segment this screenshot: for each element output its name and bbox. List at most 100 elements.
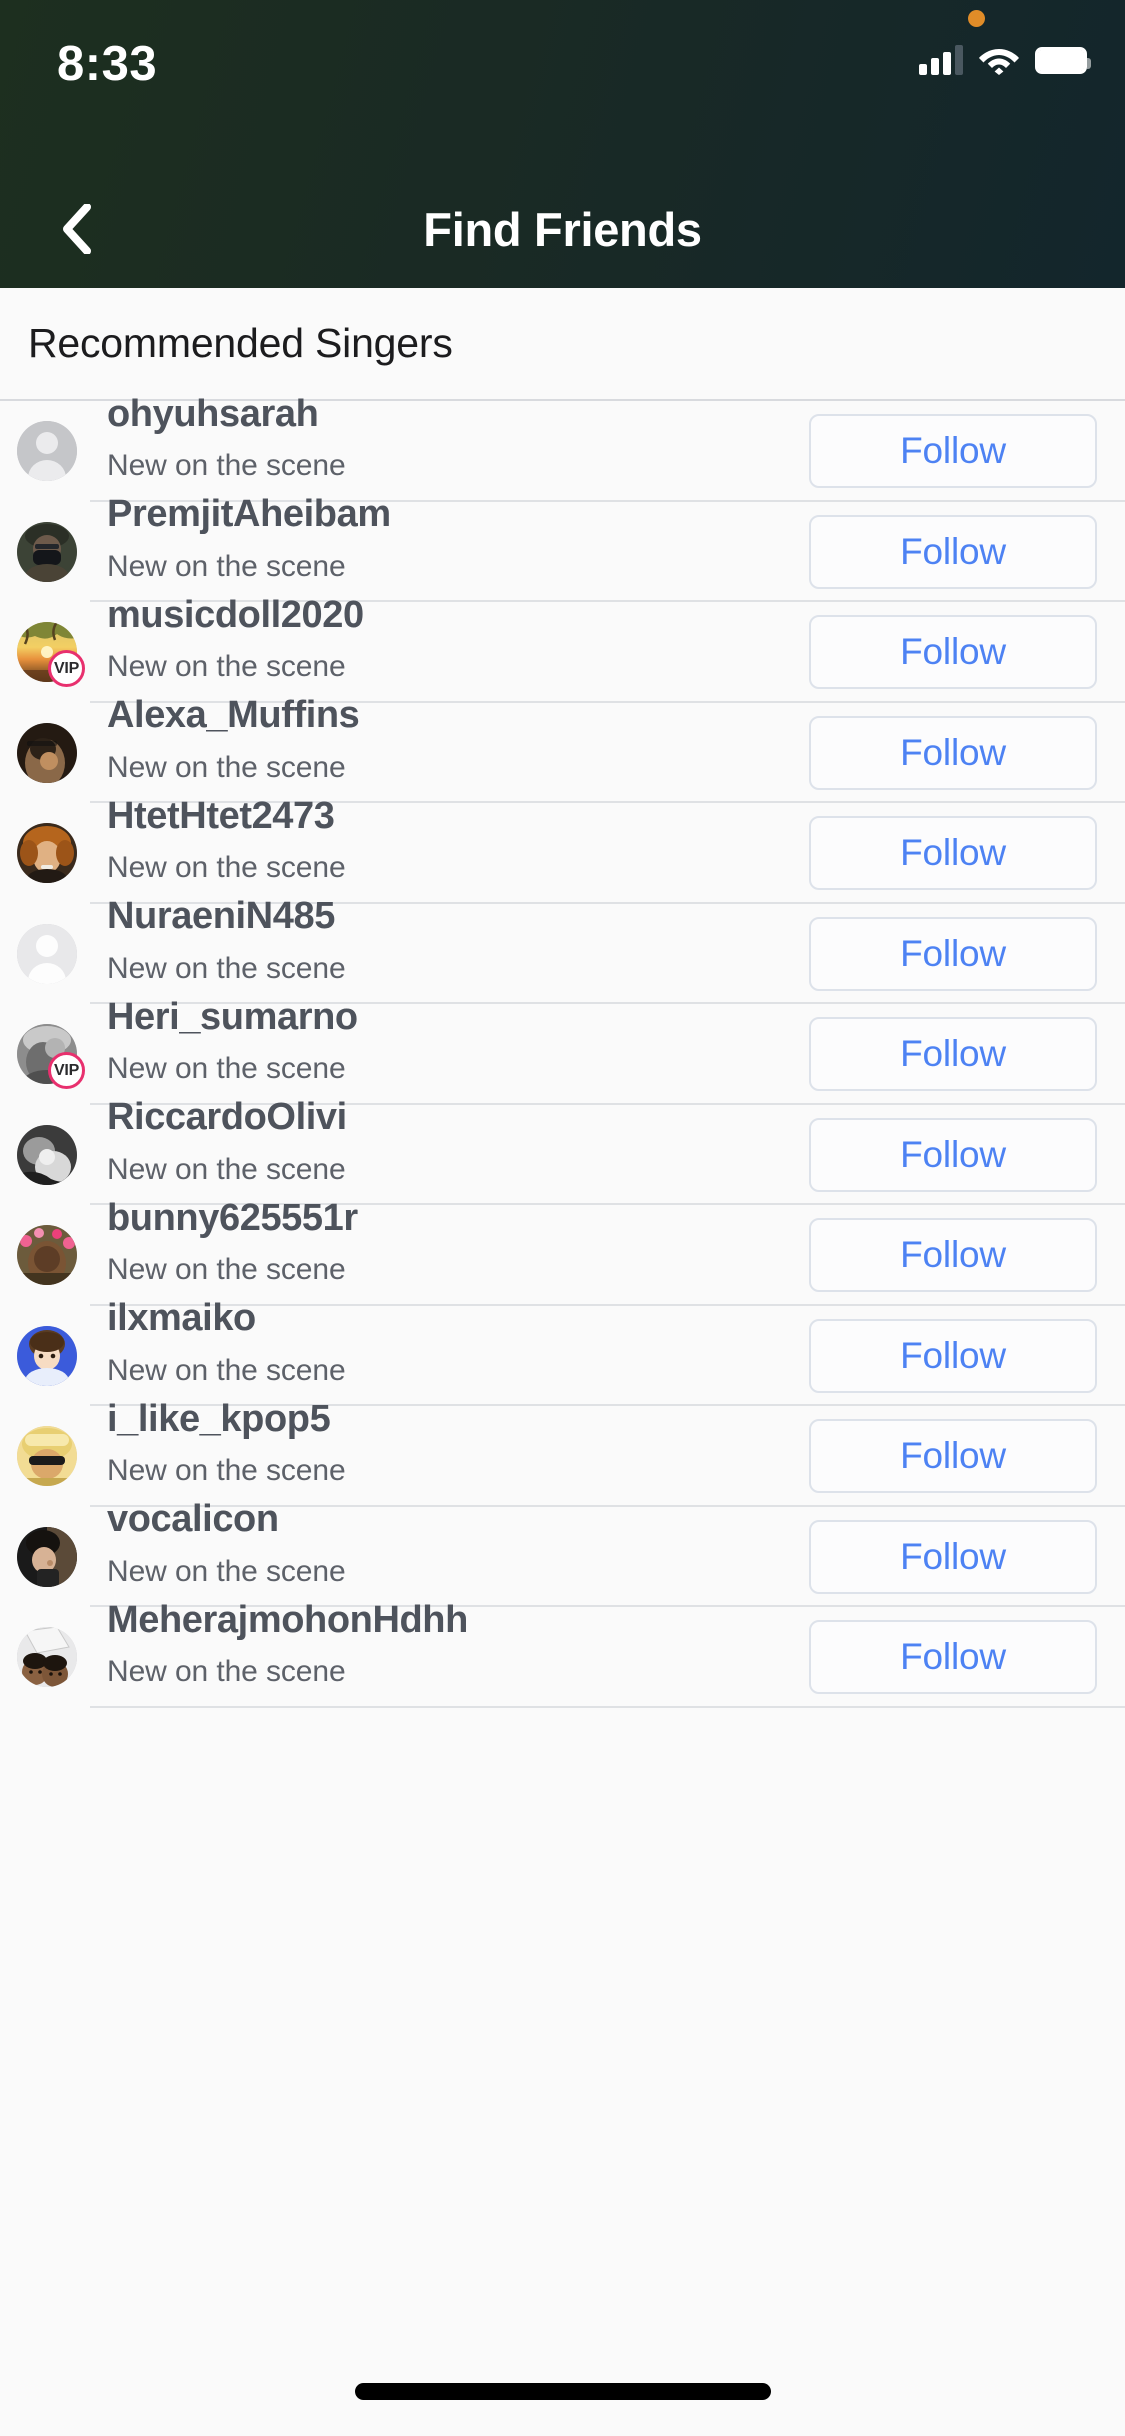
avatar-image (17, 1627, 77, 1688)
follow-button[interactable]: Follow (809, 1318, 1097, 1393)
follow-button[interactable]: Follow (809, 1117, 1097, 1192)
avatar-image (17, 722, 77, 783)
user-subtitle: New on the scene (107, 549, 346, 583)
avatar-image (17, 521, 77, 582)
avatar-image (17, 1426, 77, 1487)
avatar[interactable] (17, 1325, 77, 1386)
username: MeherajmohonHdhh (107, 1598, 468, 1641)
home-indicator (355, 2383, 771, 2400)
user-subtitle: New on the scene (107, 650, 346, 684)
user-info: i_like_kpop5 New on the scene (77, 1399, 809, 1488)
user-row[interactable]: VIP Heri_sumarno New on the scene Follow (0, 997, 1125, 1105)
avatar-image (17, 923, 77, 984)
user-subtitle: New on the scene (107, 951, 346, 985)
user-row[interactable]: NuraeniN485 New on the scene Follow (0, 896, 1125, 1004)
avatar[interactable] (17, 521, 77, 582)
username: Alexa_Muffins (107, 694, 360, 737)
avatar[interactable] (17, 1426, 77, 1487)
user-info: HtetHtet2473 New on the scene (77, 796, 809, 885)
username: ohyuhsarah (107, 392, 319, 435)
user-subtitle: New on the scene (107, 449, 346, 483)
user-row[interactable]: RiccardoOlivi New on the scene Follow (0, 1097, 1125, 1205)
user-row[interactable]: VIP musicdoll2020 New on the scene Follow (0, 595, 1125, 703)
user-row[interactable]: vocalicon New on the scene Follow (0, 1499, 1125, 1607)
follow-button[interactable]: Follow (809, 1419, 1097, 1494)
row-divider (90, 1705, 1125, 1708)
username: bunny625551r (107, 1196, 358, 1239)
avatar-image (17, 1526, 77, 1587)
user-row[interactable]: ohyuhsarah New on the scene Follow (0, 394, 1125, 502)
avatar[interactable]: VIP (17, 1024, 85, 1090)
avatar[interactable] (17, 1124, 77, 1185)
status-bar-time: 8:33 (57, 37, 158, 91)
user-subtitle: New on the scene (107, 851, 346, 885)
username: ilxmaiko (107, 1297, 256, 1340)
vip-badge: VIP (48, 1052, 85, 1090)
status-bar: 8:33 (0, 0, 1125, 170)
avatar[interactable] (17, 1627, 77, 1688)
follow-button[interactable]: Follow (809, 1620, 1097, 1695)
avatar-image (17, 1325, 77, 1386)
user-info: ohyuhsarah New on the scene (77, 394, 809, 483)
user-info: ilxmaiko New on the scene (77, 1298, 809, 1387)
user-subtitle: New on the scene (107, 1655, 346, 1689)
username: NuraeniN485 (107, 895, 335, 938)
user-row[interactable]: ilxmaiko New on the scene Follow (0, 1298, 1125, 1406)
username: PremjitAheibam (107, 493, 391, 536)
user-info: PremjitAheibam New on the scene (77, 494, 809, 583)
section-header-recommended-singers: Recommended Singers (0, 288, 1125, 401)
user-info: RiccardoOlivi New on the scene (77, 1097, 809, 1185)
avatar-image (17, 1124, 77, 1185)
follow-button[interactable]: Follow (809, 414, 1097, 489)
follow-button[interactable]: Follow (809, 916, 1097, 991)
user-row[interactable]: Alexa_Muffins New on the scene Follow (0, 695, 1125, 803)
content-scroll-area[interactable]: Recommended Singers ohyuhsarah New on the… (0, 288, 1125, 2436)
user-row[interactable]: bunny625551r New on the scene Follow (0, 1198, 1125, 1306)
username: vocalicon (107, 1498, 279, 1541)
battery-icon (1035, 46, 1091, 74)
user-row[interactable]: HtetHtet2473 New on the scene Follow (0, 796, 1125, 904)
user-row[interactable]: PremjitAheibam New on the scene Follow (0, 494, 1125, 602)
user-info: Heri_sumarno New on the scene (77, 997, 809, 1086)
avatar[interactable] (17, 823, 77, 884)
cellular-signal-icon (919, 45, 963, 75)
user-list: ohyuhsarah New on the scene Follow Premjit… (0, 394, 1125, 1708)
user-subtitle: New on the scene (107, 1353, 346, 1387)
user-info: MeherajmohonHdhh New on the scene (77, 1600, 809, 1689)
avatar-image (17, 823, 77, 884)
user-subtitle: New on the scene (107, 1554, 346, 1588)
avatar[interactable] (17, 923, 77, 984)
username: i_like_kpop5 (107, 1397, 331, 1440)
user-subtitle: New on the scene (107, 1052, 346, 1086)
avatar[interactable] (17, 722, 77, 783)
follow-button[interactable]: Follow (809, 715, 1097, 790)
user-info: Alexa_Muffins New on the scene (77, 695, 809, 784)
wifi-icon (978, 45, 1020, 75)
user-subtitle: New on the scene (107, 750, 346, 784)
user-subtitle: New on the scene (107, 1454, 346, 1488)
username: HtetHtet2473 (107, 794, 335, 837)
page-title: Find Friends (423, 202, 702, 256)
username: Heri_sumarno (107, 995, 358, 1038)
avatar[interactable] (17, 1225, 77, 1286)
avatar-image (17, 421, 77, 482)
user-row[interactable]: i_like_kpop5 New on the scene Follow (0, 1399, 1125, 1507)
follow-button[interactable]: Follow (809, 816, 1097, 891)
follow-button[interactable]: Follow (809, 1519, 1097, 1594)
avatar[interactable] (17, 421, 77, 482)
user-info: NuraeniN485 New on the scene (77, 896, 809, 985)
avatar[interactable] (17, 1526, 77, 1587)
follow-button[interactable]: Follow (809, 514, 1097, 589)
user-info: bunny625551r New on the scene (77, 1198, 809, 1287)
recording-indicator-icon (968, 10, 985, 27)
username: musicdoll2020 (107, 593, 364, 636)
follow-button[interactable]: Follow (809, 1218, 1097, 1293)
user-subtitle: New on the scene (107, 1253, 346, 1287)
avatar-image (17, 1225, 77, 1286)
avatar[interactable]: VIP (17, 622, 85, 688)
user-row[interactable]: MeherajmohonHdhh New on the scene Follow (0, 1600, 1125, 1708)
follow-button[interactable]: Follow (809, 1017, 1097, 1092)
user-info: vocalicon New on the scene (77, 1499, 809, 1588)
user-info: musicdoll2020 New on the scene (77, 595, 809, 684)
follow-button[interactable]: Follow (809, 615, 1097, 690)
